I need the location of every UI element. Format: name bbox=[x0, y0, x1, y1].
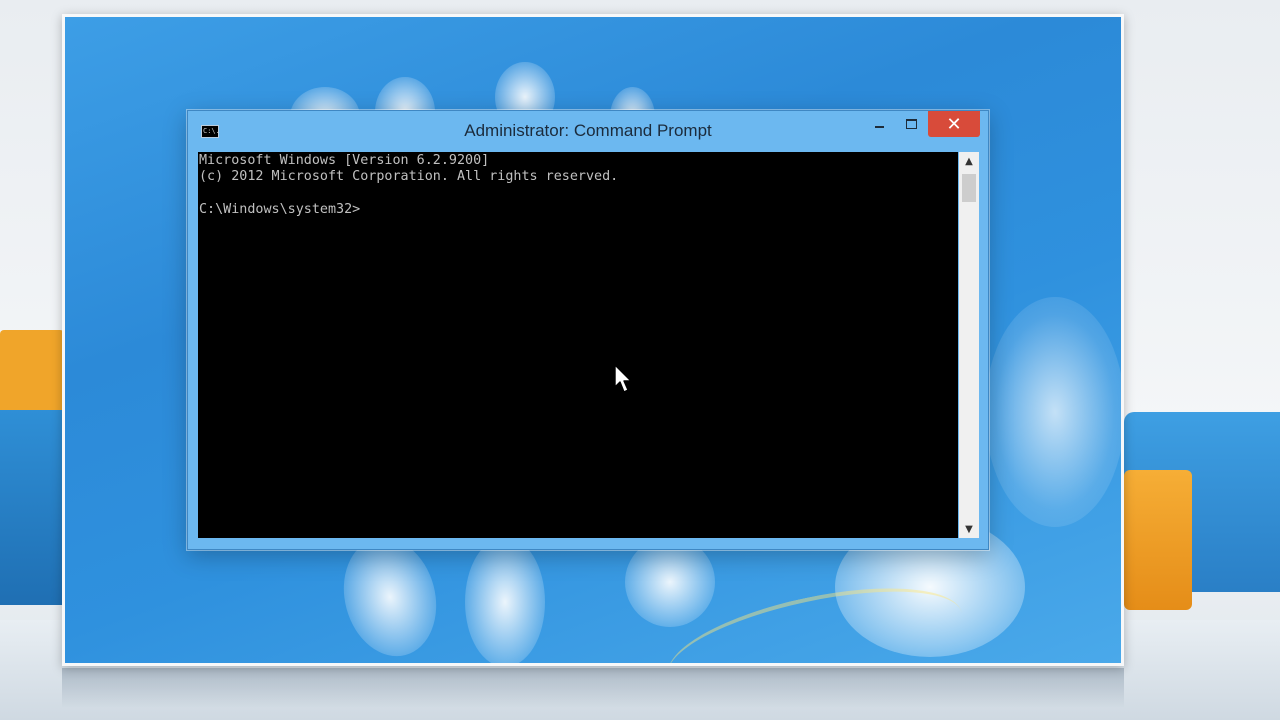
command-prompt-window[interactable]: C:\. Administrator: Command Prompt ✕ Mic… bbox=[187, 110, 989, 550]
wallpaper-petal bbox=[985, 297, 1121, 527]
title-bar[interactable]: C:\. Administrator: Command Prompt ✕ bbox=[188, 111, 988, 149]
minimize-icon bbox=[874, 126, 884, 128]
wallpaper-petal bbox=[465, 537, 545, 663]
decor-orange-right bbox=[1124, 470, 1192, 610]
maximize-button[interactable] bbox=[896, 111, 926, 137]
scroll-thumb[interactable] bbox=[962, 174, 976, 202]
minimize-button[interactable] bbox=[864, 111, 894, 137]
screen-reflection bbox=[62, 668, 1124, 708]
desktop: C:\. Administrator: Command Prompt ✕ Mic… bbox=[62, 14, 1124, 666]
scroll-down-button[interactable]: ▼ bbox=[959, 520, 979, 538]
console-line: Microsoft Windows [Version 6.2.9200] bbox=[199, 153, 490, 168]
scroll-up-button[interactable]: ▲ bbox=[959, 152, 979, 170]
vertical-scrollbar[interactable]: ▲ ▼ bbox=[959, 152, 979, 538]
console-prompt[interactable]: C:\Windows\system32> bbox=[198, 201, 958, 217]
close-button[interactable]: ✕ bbox=[928, 111, 980, 137]
mouse-pointer-icon bbox=[614, 364, 632, 393]
console-line bbox=[198, 185, 958, 201]
console-output[interactable]: Microsoft Windows [Version 6.2.9200] (c)… bbox=[198, 152, 958, 538]
chevron-down-icon: ▼ bbox=[965, 523, 973, 535]
decor-orange-left bbox=[0, 330, 64, 420]
close-icon: ✕ bbox=[946, 113, 962, 135]
maximize-icon bbox=[905, 119, 917, 129]
wallpaper-petal bbox=[625, 537, 715, 627]
console-line: (c) 2012 Microsoft Corporation. All righ… bbox=[199, 169, 619, 185]
decor-blue-left bbox=[0, 410, 64, 605]
chevron-up-icon: ▲ bbox=[965, 155, 973, 167]
